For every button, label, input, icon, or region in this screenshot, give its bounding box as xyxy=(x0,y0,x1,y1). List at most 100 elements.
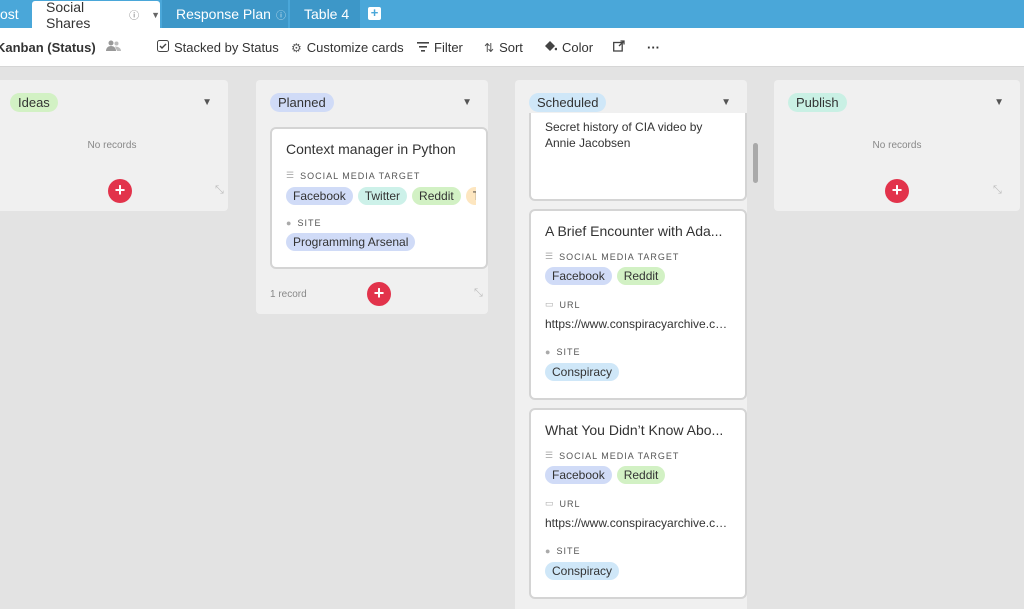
column-header: Planned ▼ xyxy=(256,80,488,122)
tag-facebook: Facebook xyxy=(545,267,612,285)
customize-cards-label: Customize cards xyxy=(306,40,404,55)
tab-social-shares[interactable]: Social Shares ⓘ ▼ xyxy=(32,0,160,31)
column-scrollbar[interactable] xyxy=(753,143,758,183)
url-value[interactable]: https://www.conspiracyarchive.co... xyxy=(545,317,731,331)
record-card[interactable]: What You Didn’t Know Abo... ☰ SOCIAL MED… xyxy=(529,408,747,599)
card-title: What You Didn’t Know Abo... xyxy=(545,422,724,438)
collapse-icon[interactable]: ⤡ xyxy=(993,184,1002,197)
collapse-icon[interactable]: ⤡ xyxy=(215,184,224,197)
card-title: Context manager in Python xyxy=(286,141,456,157)
customize-cards-button[interactable]: ⚙ Customize cards xyxy=(291,40,404,55)
tab-label: Table 4 xyxy=(304,6,350,22)
card-title: Secret history of CIA video by Annie Jac… xyxy=(545,120,703,150)
add-table-button[interactable]: + xyxy=(368,6,381,20)
status-badge-publish: Publish xyxy=(788,93,847,112)
field-label-text: SOCIAL MEDIA TARGET xyxy=(559,450,680,461)
tag-list: Facebook Reddit xyxy=(545,466,731,484)
chevron-down-icon[interactable]: ▼ xyxy=(151,10,160,20)
record-card[interactable]: A Brief Encounter with Ada... ☰ SOCIAL M… xyxy=(529,209,747,400)
sort-label: Sort xyxy=(499,40,523,55)
field-label: ● SITE xyxy=(545,347,731,357)
add-record-button[interactable]: + xyxy=(885,179,909,203)
more-icon: ··· xyxy=(647,40,660,55)
field-label: ☰ SOCIAL MEDIA TARGET xyxy=(545,450,731,461)
tab-response-plan[interactable]: Response Plan ⓘ xyxy=(162,0,288,28)
field-label-text: SITE xyxy=(297,218,322,228)
card-title: A Brief Encounter with Ada... xyxy=(545,223,723,239)
circle-icon: ● xyxy=(545,347,552,357)
field-label: ● SITE xyxy=(286,218,472,228)
tag-list: Facebook Reddit xyxy=(545,267,731,285)
tag-facebook: Facebook xyxy=(545,466,612,484)
add-record-button[interactable]: + xyxy=(108,179,132,203)
tag-list: Conspiracy xyxy=(545,363,731,381)
color-button[interactable]: Color xyxy=(544,40,593,55)
tag-reddit: Reddit xyxy=(616,267,666,285)
record-card[interactable]: Secret history of CIA video by Annie Jac… xyxy=(529,113,747,201)
tab-label: Response Plan xyxy=(176,6,271,22)
multiselect-icon: ☰ xyxy=(286,170,296,180)
field-label: ▭ URL xyxy=(545,498,731,509)
tab-previous[interactable]: ost xyxy=(0,0,30,28)
table-tab-bar: ost Social Shares ⓘ ▼ Response Plan ⓘ Ta… xyxy=(0,0,1024,31)
tab-table-4[interactable]: Table 4 xyxy=(290,0,360,28)
tag-list: Programming Arsenal xyxy=(286,233,472,251)
no-records-label: No records xyxy=(872,140,922,151)
filter-button[interactable]: Filter xyxy=(417,40,463,55)
field-label: ☰ SOCIAL MEDIA TARGET xyxy=(545,251,731,262)
field-label-text: SOCIAL MEDIA TARGET xyxy=(559,251,680,262)
record-card[interactable]: Context manager in Python ☰ SOCIAL MEDIA… xyxy=(270,127,488,269)
paint-bucket-icon xyxy=(544,40,558,55)
status-badge-planned: Planned xyxy=(270,93,334,112)
field-label-text: URL xyxy=(559,299,581,310)
tag-site: Conspiracy xyxy=(545,363,620,381)
view-switcher[interactable]: Kanban (Status) xyxy=(0,40,96,55)
url-icon: ▭ xyxy=(545,299,555,309)
tag-list: Conspiracy xyxy=(545,562,731,580)
info-icon[interactable]: ⓘ xyxy=(129,7,139,22)
circle-icon: ● xyxy=(286,218,293,228)
status-badge-ideas: Ideas xyxy=(10,93,58,112)
no-records-label: No records xyxy=(87,140,137,151)
add-record-button[interactable]: + xyxy=(367,282,391,306)
column-header: Ideas ▼ xyxy=(0,80,228,122)
field-label: ▭ URL xyxy=(545,299,731,310)
tag-site: Programming Arsenal xyxy=(286,233,416,251)
chevron-down-icon[interactable]: ▼ xyxy=(721,97,731,108)
chevron-down-icon[interactable]: ▼ xyxy=(994,97,1004,108)
people-icon xyxy=(106,40,121,51)
field-label-text: URL xyxy=(559,498,581,509)
tag-site: Conspiracy xyxy=(545,562,620,580)
sort-button[interactable]: ⇅ Sort xyxy=(484,40,523,55)
field-label: ☰ SOCIAL MEDIA TARGET xyxy=(286,170,472,181)
sort-icon: ⇅ xyxy=(484,40,495,55)
multiselect-icon: ☰ xyxy=(545,251,555,261)
tab-label: ost xyxy=(0,6,19,22)
status-badge-scheduled: Scheduled xyxy=(529,93,607,112)
stacked-by-label: Stacked by Status xyxy=(174,40,279,55)
multiselect-icon: ☰ xyxy=(545,450,555,460)
chevron-down-icon[interactable]: ▼ xyxy=(462,97,472,108)
url-value[interactable]: https://www.conspiracyarchive.co... xyxy=(545,516,731,530)
chevron-down-icon[interactable]: ▼ xyxy=(202,97,212,108)
field-label-text: SOCIAL MEDIA TARGET xyxy=(300,170,421,181)
checkbox-icon xyxy=(157,40,169,55)
filter-icon xyxy=(417,41,429,55)
collaborators-button[interactable] xyxy=(106,40,121,51)
collapse-icon[interactable]: ⤡ xyxy=(474,287,483,300)
more-options-button[interactable]: ··· xyxy=(647,40,660,55)
column-header: Publish ▼ xyxy=(774,80,1020,122)
stacked-by-button[interactable]: Stacked by Status xyxy=(157,40,279,55)
field-label: ● SITE xyxy=(545,546,731,556)
kanban-column-ideas: Ideas ▼ No records + ⤡ xyxy=(0,80,228,211)
share-view-button[interactable] xyxy=(613,40,625,52)
circle-icon: ● xyxy=(545,546,552,556)
color-label: Color xyxy=(562,40,594,55)
tag-other: T xyxy=(465,187,476,205)
info-icon[interactable]: ⓘ xyxy=(276,7,286,22)
tag-list: Facebook Twitter Reddit T xyxy=(286,187,476,205)
tab-label: Social Shares xyxy=(46,0,91,31)
tag-facebook: Facebook xyxy=(286,187,353,205)
field-label-text: SITE xyxy=(556,347,581,357)
kanban-column-publish: Publish ▼ No records + ⤡ xyxy=(774,80,1020,211)
